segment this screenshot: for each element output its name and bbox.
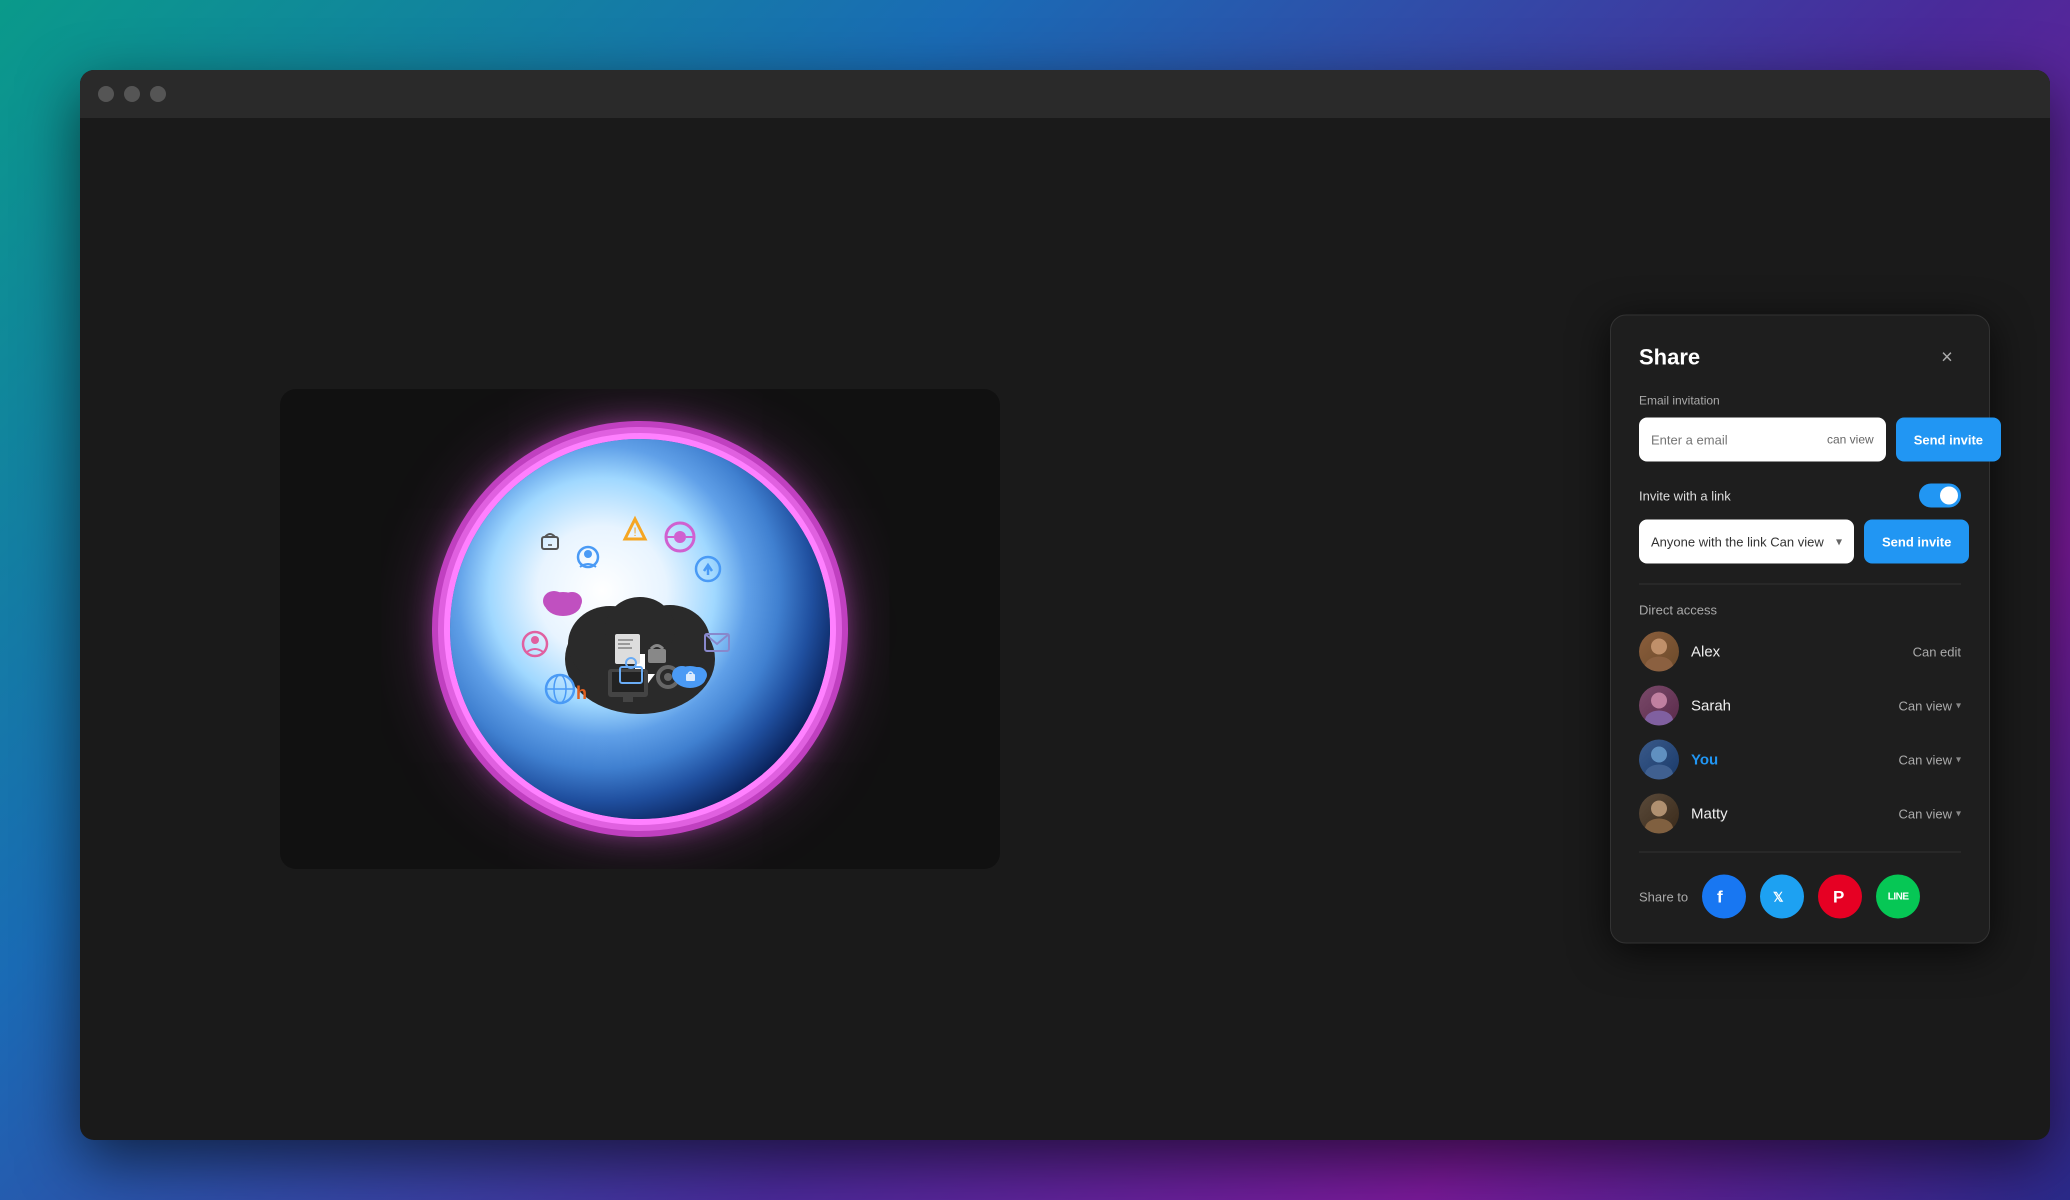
link-select-wrapper: Anyone with the link Can view Anyone wit… (1639, 520, 1854, 564)
direct-access-label: Direct access (1639, 603, 1961, 618)
titlebar (80, 70, 2050, 118)
user-role-you[interactable]: Can view ▾ (1899, 752, 1962, 767)
user-item-alex: Alex Can edit (1639, 632, 1961, 672)
illustration-area: ! (280, 389, 1000, 869)
user-role-sarah[interactable]: Can view ▾ (1899, 698, 1962, 713)
link-row: Anyone with the link Can view Anyone wit… (1639, 520, 1961, 564)
window-content: ! (80, 118, 2050, 1140)
pinterest-share-button[interactable]: P (1818, 875, 1862, 919)
share-to-label: Share to (1639, 889, 1688, 904)
svg-text:h: h (576, 683, 587, 703)
email-row: can view Send invite (1639, 418, 1961, 462)
svg-text:f: f (1717, 888, 1723, 907)
svg-text:𝕏: 𝕏 (1773, 890, 1784, 905)
twitter-share-button[interactable]: 𝕏 (1760, 875, 1804, 919)
can-view-label: can view (1827, 433, 1874, 447)
user-item-matty: Matty Can view ▾ (1639, 794, 1961, 834)
email-input[interactable] (1651, 432, 1827, 447)
link-section: Invite with a link Anyone with the link … (1639, 484, 1961, 564)
divider-1 (1639, 584, 1961, 585)
avatar-alex (1639, 632, 1679, 672)
close-button[interactable]: × (1933, 344, 1961, 372)
close-traffic-light[interactable] (98, 86, 114, 102)
email-send-invite-button[interactable]: Send invite (1896, 418, 2001, 462)
dialog-title: Share (1639, 345, 1700, 371)
minimize-traffic-light[interactable] (124, 86, 140, 102)
avatar-matty (1639, 794, 1679, 834)
cloud-illustration: ! (480, 489, 800, 769)
username-sarah: Sarah (1691, 697, 1887, 714)
divider-2 (1639, 852, 1961, 853)
svg-text:P: P (1833, 888, 1844, 907)
link-send-invite-button[interactable]: Send invite (1864, 520, 1969, 564)
user-list: Alex Can edit Sarah Can view ▾ You (1639, 632, 1961, 834)
facebook-share-button[interactable]: f (1702, 875, 1746, 919)
link-toggle[interactable] (1919, 484, 1961, 508)
username-you: You (1691, 751, 1887, 768)
email-input-wrapper: can view (1639, 418, 1886, 462)
maximize-traffic-light[interactable] (150, 86, 166, 102)
svg-text:!: ! (633, 525, 636, 539)
link-permission-select[interactable]: Anyone with the link Can view Anyone wit… (1639, 520, 1854, 564)
dialog-header: Share × (1639, 344, 1961, 372)
user-role-alex: Can edit (1913, 644, 1961, 659)
avatar-sarah (1639, 686, 1679, 726)
username-alex: Alex (1691, 643, 1901, 660)
link-header: Invite with a link (1639, 484, 1961, 508)
email-section-label: Email invitation (1639, 394, 1961, 408)
user-item-you: You Can view ▾ (1639, 740, 1961, 780)
user-role-matty[interactable]: Can view ▾ (1899, 806, 1962, 821)
share-dialog: Share × Email invitation can view Send i… (1610, 315, 1990, 944)
user-item-sarah: Sarah Can view ▾ (1639, 686, 1961, 726)
link-section-label: Invite with a link (1639, 488, 1731, 503)
orb-graphic: ! (450, 439, 830, 819)
share-to-row: Share to f 𝕏 P LINE (1639, 871, 1961, 919)
app-window: ! (80, 70, 2050, 1140)
line-share-button[interactable]: LINE (1876, 875, 1920, 919)
username-matty: Matty (1691, 805, 1887, 822)
avatar-you (1639, 740, 1679, 780)
